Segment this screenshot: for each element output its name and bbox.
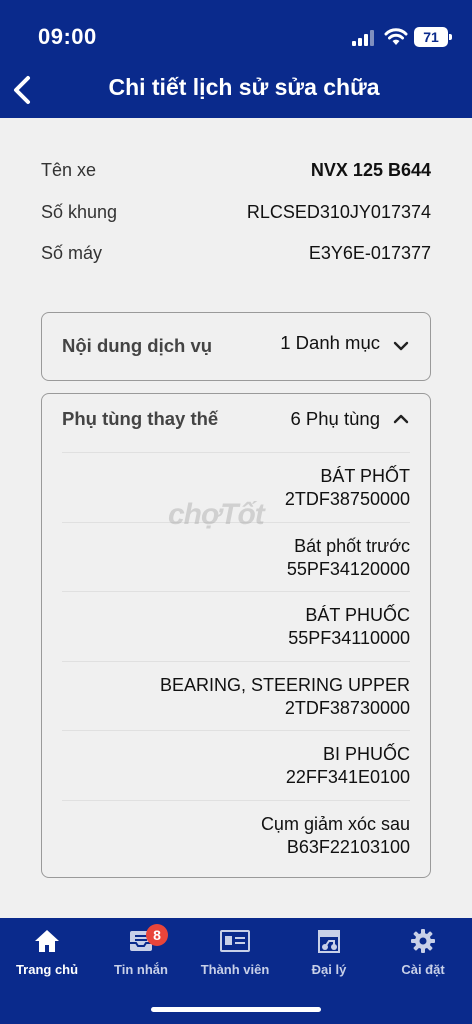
vehicle-name-value: NVX 125 B644: [310, 160, 431, 180]
list-item: BEARING, STEERING UPPER 2TDF38730000: [62, 660, 410, 731]
cellular-signal-icon: [352, 30, 374, 46]
engine-number-label: Số máy: [41, 243, 103, 263]
home-indicator: [151, 1007, 321, 1012]
tab-messages-label: Tin nhắn: [114, 962, 168, 977]
list-item: BÁT PHUỐC 55PF34110000: [62, 591, 410, 661]
part-name: BÁT PHUỐC: [305, 605, 410, 625]
services-label: Nội dung dịch vụ: [62, 335, 213, 356]
home-icon: [35, 930, 59, 952]
parts-header[interactable]: Phụ tùng thay thế 6 Phụ tùng: [62, 408, 410, 430]
frame-number-label: Số khung: [41, 202, 118, 222]
tab-dealers[interactable]: Đại lý: [282, 928, 376, 988]
dealer-icon: [318, 930, 340, 953]
part-code: 2TDF38730000: [284, 697, 410, 718]
services-accordion[interactable]: Nội dung dịch vụ 1 Danh mục: [41, 312, 431, 381]
frame-number-row: Số khung RLCSED310JY017374: [41, 202, 431, 223]
part-code: 22FF341E0100: [285, 767, 410, 787]
tab-members[interactable]: Thành viên: [188, 928, 282, 988]
vehicle-name-label: Tên xe: [41, 160, 97, 180]
chevron-up-icon[interactable]: [392, 413, 410, 425]
part-name: Bát phốt trước: [294, 535, 410, 556]
battery-indicator: 71: [414, 27, 452, 47]
vehicle-name-row: Tên xe NVX 125 B644: [41, 160, 431, 181]
tab-settings[interactable]: Cài đặt: [376, 928, 470, 988]
parts-accordion[interactable]: Phụ tùng thay thế 6 Phụ tùng BÁT PHỐT 2T…: [41, 393, 431, 878]
part-name: BI PHUỐC: [322, 744, 410, 764]
member-card-icon: [220, 930, 250, 952]
app-header: 09:00 71 Chi tiết lịch sử sửa chữa: [0, 0, 472, 118]
part-name: BÁT PHỐT: [320, 466, 410, 486]
unread-badge: 8: [146, 924, 168, 946]
part-name: BEARING, STEERING UPPER: [159, 674, 410, 695]
tab-home[interactable]: Trang chủ: [0, 928, 94, 988]
services-header[interactable]: Nội dung dịch vụ 1 Danh mục: [62, 332, 410, 357]
part-code: B63F22103100: [286, 836, 410, 857]
services-count: 1 Danh mục: [280, 332, 380, 353]
part-code: 55PF34120000: [286, 558, 410, 579]
list-item: BI PHUỐC 22FF341E0100: [62, 730, 410, 800]
status-time: 09:00: [38, 24, 97, 49]
list-item: Cụm giảm xóc sau B63F22103100: [62, 799, 410, 870]
engine-number-value: E3Y6E-017377: [308, 243, 431, 263]
frame-number-value: RLCSED310JY017374: [246, 202, 431, 222]
part-name: Cụm giảm xóc sau: [260, 813, 410, 834]
tab-dealers-label: Đại lý: [311, 962, 347, 977]
watermark: chợTốt: [168, 498, 265, 531]
tab-messages[interactable]: 8 Tin nhắn: [94, 924, 188, 988]
gear-icon: [411, 929, 435, 953]
chevron-down-icon[interactable]: [392, 340, 410, 352]
page-title: Chi tiết lịch sử sửa chữa: [108, 74, 380, 100]
parts-label: Phụ tùng thay thế: [62, 408, 219, 429]
wifi-icon: [384, 28, 408, 45]
part-code: 55PF34110000: [288, 628, 410, 648]
parts-count: 6 Phụ tùng: [290, 408, 381, 429]
tab-home-label: Trang chủ: [15, 962, 79, 977]
status-bar: 09:00 71: [0, 0, 472, 60]
tab-members-label: Thành viên: [200, 962, 270, 977]
tab-settings-label: Cài đặt: [401, 962, 445, 977]
engine-number-row: Số máy E3Y6E-017377: [41, 243, 431, 264]
